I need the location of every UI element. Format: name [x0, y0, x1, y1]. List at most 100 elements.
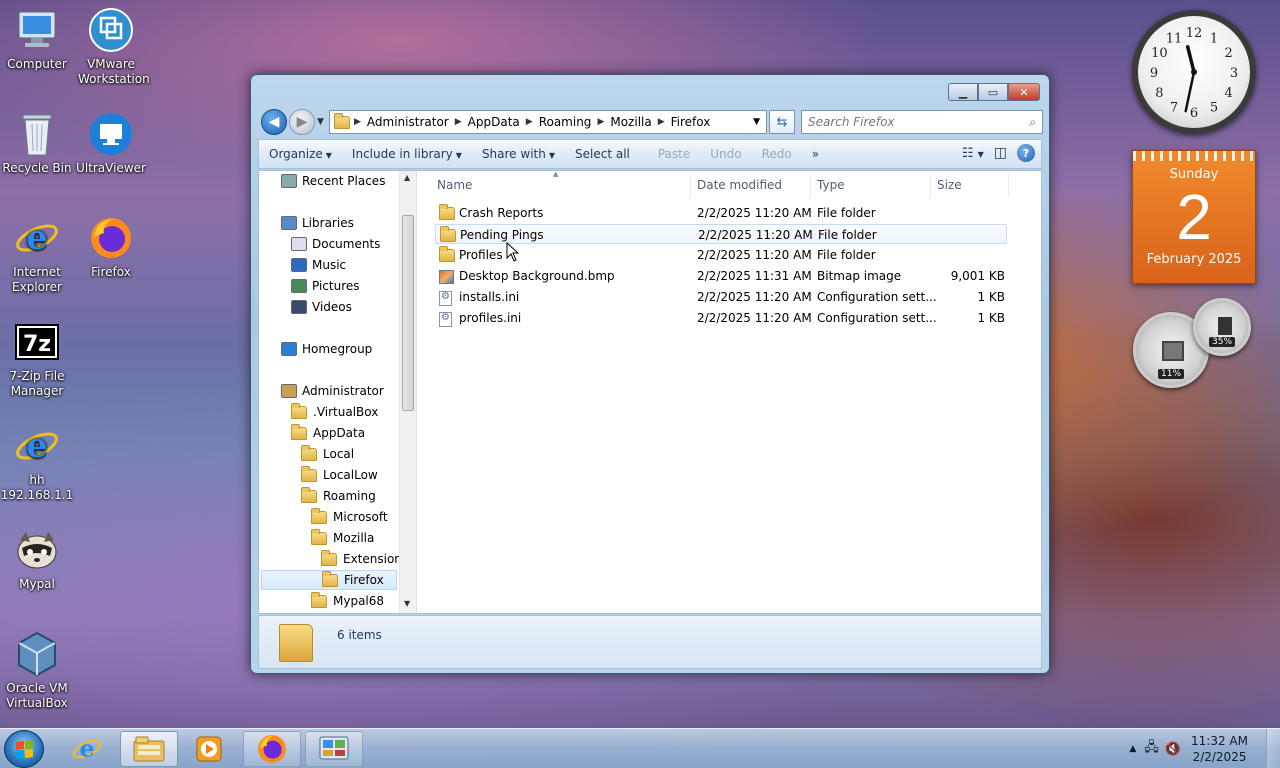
preview-pane-button[interactable]: ◫: [994, 145, 1007, 161]
select-all-button[interactable]: Select all: [565, 147, 640, 161]
explorer-window[interactable]: ▁ ▭ ✕ ◀ ▶ ▼ ▶ Administrator ▶ AppData ▶ …: [250, 74, 1050, 674]
taskbar-control-panel[interactable]: [305, 731, 363, 767]
nav-tree-item[interactable]: Microsoft: [311, 507, 388, 527]
file-row[interactable]: installs.ini 2/2/2025 11:20 AM Configurati…: [435, 287, 1007, 307]
nav-tree-item[interactable]: Administrator: [281, 381, 384, 401]
file-list[interactable]: Name Date modified Type Size ▲ Crash Rep…: [419, 170, 1041, 613]
breadcrumb-administrator[interactable]: Administrator: [367, 115, 449, 129]
desktop-icon-ultraviewer[interactable]: UltraViewer: [74, 110, 148, 176]
network-icon[interactable]: 🖧: [1144, 738, 1159, 760]
share-with-label: Share with: [481, 147, 546, 161]
file-row[interactable]: profiles.ini 2/2/2025 11:20 AM Configurati…: [435, 308, 1007, 328]
show-desktop-button[interactable]: [1266, 729, 1280, 768]
folder-icon: [321, 549, 337, 566]
breadcrumb-appdata[interactable]: AppData: [468, 115, 520, 129]
minimize-icon: ▁: [958, 85, 968, 99]
forward-button[interactable]: ▶: [289, 109, 315, 135]
scroll-down-icon[interactable]: ▼: [404, 599, 410, 608]
include-in-library-button[interactable]: Include in library ▼: [342, 147, 472, 161]
desktop-icon-hh[interactable]: e hh 192.168.1.1: [0, 422, 74, 503]
desktop-icon-computer[interactable]: Computer: [0, 6, 74, 72]
column-header-size[interactable]: Size: [931, 173, 1009, 197]
breadcrumb-separator-icon[interactable]: ▶: [455, 117, 462, 127]
breadcrumb-mozilla[interactable]: Mozilla: [610, 115, 651, 129]
desktop-icon-recycle-bin[interactable]: Recycle Bin: [0, 110, 74, 176]
start-button[interactable]: [4, 730, 44, 768]
more-commands-button[interactable]: »: [802, 147, 829, 161]
column-header-type[interactable]: Type: [811, 173, 931, 197]
folder-icon: [334, 112, 350, 129]
scrollbar-thumb[interactable]: [402, 215, 414, 411]
scroll-up-icon[interactable]: ▲: [404, 173, 410, 182]
file-row[interactable]: Crash Reports 2/2/2025 11:20 AM File folde…: [435, 203, 1007, 223]
taskbar-internet-explorer[interactable]: e: [58, 731, 116, 767]
nav-tree-item[interactable]: Roaming: [301, 486, 376, 506]
desktop-icon-internet-explorer[interactable]: e Internet Explorer: [0, 214, 74, 295]
calendar-gadget[interactable]: Sunday 2 February 2025: [1132, 150, 1256, 284]
file-row[interactable]: Desktop Background.bmp 2/2/2025 11:31 AM B…: [435, 266, 1007, 286]
share-with-button[interactable]: Share with ▼: [472, 147, 565, 161]
memory-chip-icon: [1218, 317, 1232, 335]
file-row[interactable]: Profiles 2/2/2025 11:20 AM File folder: [435, 245, 1007, 265]
firefox-icon: [87, 214, 135, 262]
back-button[interactable]: ◀: [261, 109, 287, 135]
file-date-modified: 2/2/2025 11:20 AM: [697, 290, 812, 304]
close-button[interactable]: ✕: [1008, 83, 1040, 101]
breadcrumb-separator-icon[interactable]: ▶: [597, 117, 604, 127]
nav-tree-item[interactable]: Local: [301, 444, 354, 464]
nav-tree-item[interactable]: Recent Places: [281, 171, 385, 191]
nav-tree-item[interactable]: LocalLow: [301, 465, 378, 485]
chevron-down-icon: ▼: [977, 149, 984, 159]
nav-tree-item[interactable]: Firefox: [261, 570, 397, 590]
breadcrumb-roaming[interactable]: Roaming: [539, 115, 592, 129]
clock-gadget[interactable]: 12 1 2 3 4 5 6 7 8 9 10 11: [1132, 10, 1256, 134]
desktop-icon-virtualbox[interactable]: Oracle VM VirtualBox: [0, 630, 74, 711]
taskbar-media-player[interactable]: [180, 731, 238, 767]
nav-tree-item[interactable]: Music: [291, 255, 346, 275]
help-button[interactable]: ?: [1017, 144, 1035, 162]
nav-tree-item[interactable]: Homegroup: [281, 339, 372, 359]
desktop-icon-vmware[interactable]: VMware Workstation: [74, 6, 150, 87]
navigation-pane-scrollbar[interactable]: ▲ ▼: [399, 171, 416, 613]
nav-tree-item[interactable]: Extensions: [321, 549, 408, 569]
breadcrumb-separator-icon[interactable]: ▶: [658, 117, 665, 127]
navigation-pane[interactable]: Recent Places Libraries Documents Music Pict…: [259, 171, 417, 613]
breadcrumb-separator-icon[interactable]: ▶: [526, 117, 533, 127]
nav-tree-item[interactable]: Mypal68: [311, 591, 384, 611]
desktop-icon-firefox[interactable]: Firefox: [74, 214, 148, 280]
nav-tree-item[interactable]: Videos: [291, 297, 352, 317]
nav-tree-item[interactable]: Libraries: [281, 213, 354, 233]
change-view-button[interactable]: ☷ ▼: [962, 146, 984, 161]
file-row[interactable]: Pending Pings 2/2/2025 11:20 AM File folde…: [435, 224, 1007, 244]
show-hidden-icons-button[interactable]: ▲: [1129, 744, 1136, 754]
refresh-button[interactable]: ⇆: [769, 110, 795, 134]
taskbar-firefox[interactable]: [243, 731, 301, 767]
maximize-button[interactable]: ▭: [978, 83, 1008, 101]
search-icon[interactable]: ⌕: [1029, 115, 1036, 130]
clock-number: 2: [1225, 46, 1233, 61]
column-header-date-modified[interactable]: Date modified: [691, 173, 811, 197]
desktop-icon-mypal[interactable]: Mypal: [0, 526, 74, 592]
nav-tree-item[interactable]: Documents: [291, 234, 380, 254]
column-header-name[interactable]: Name: [431, 173, 691, 197]
nav-tree-item[interactable]: Pictures: [291, 276, 360, 296]
desktop-icon-7zip[interactable]: 7z 7-Zip File Manager: [0, 318, 74, 399]
taskbar-clock[interactable]: 11:32 AM 2/2/2025: [1191, 733, 1248, 765]
taskbar-windows-explorer[interactable]: [120, 731, 178, 767]
clock-number: 1: [1210, 31, 1218, 46]
breadcrumb-firefox[interactable]: Firefox: [671, 115, 711, 129]
recent-pages-dropdown-icon[interactable]: ▼: [317, 117, 324, 127]
address-bar[interactable]: ▶ Administrator ▶ AppData ▶ Roaming ▶ Mo…: [329, 110, 767, 134]
address-dropdown-icon[interactable]: ▼: [753, 117, 760, 127]
nav-tree-item[interactable]: Mozilla: [311, 528, 374, 548]
nav-tree-label: Documents: [312, 237, 381, 251]
organize-button[interactable]: Organize ▼: [259, 147, 342, 161]
memory-meter-gadget[interactable]: 35%: [1193, 298, 1251, 356]
clock-number: 6: [1190, 106, 1198, 121]
minimize-button[interactable]: ▁: [948, 83, 978, 101]
nav-tree-item[interactable]: AppData: [291, 423, 365, 443]
breadcrumb-separator-icon[interactable]: ▶: [354, 117, 361, 127]
volume-muted-icon[interactable]: 🔇: [1165, 742, 1181, 757]
nav-tree-item[interactable]: .VirtualBox: [291, 402, 378, 422]
search-input[interactable]: Search Firefox ⌕: [801, 110, 1043, 134]
